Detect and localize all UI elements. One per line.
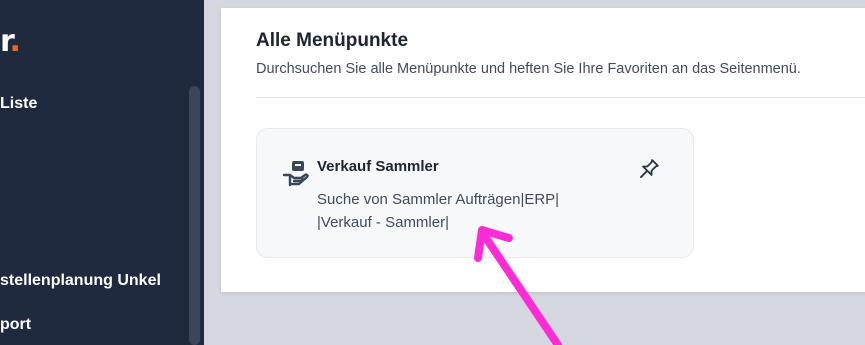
pin-icon[interactable] xyxy=(635,157,661,183)
sidebar-item-liste[interactable]: Liste xyxy=(0,95,37,113)
menu-item-description: Suche von Sammler Aufträgen|ERP| |Verkau… xyxy=(317,191,560,231)
menu-item-title: Verkauf Sammler xyxy=(317,158,439,175)
sidebar: r. Liste stellenplanung Unkel port xyxy=(0,0,204,345)
page-gutter xyxy=(204,0,221,345)
sidebar-item-port[interactable]: port xyxy=(0,316,31,334)
menu-item-card[interactable]: Verkauf Sammler Suche von Sammler Aufträ… xyxy=(256,128,694,258)
sidebar-item-stellenplanung[interactable]: stellenplanung Unkel xyxy=(0,272,161,290)
divider xyxy=(256,97,865,98)
sidebar-scrollbar[interactable] xyxy=(189,86,200,345)
page-title: Alle Menüpunkte xyxy=(256,30,409,51)
hand-box-icon xyxy=(282,159,310,187)
page-subtitle: Durchsuchen Sie alle Menüpunkte und heft… xyxy=(256,61,801,77)
logo: r. xyxy=(0,24,21,59)
main-panel: Alle Menüpunkte Durchsuchen Sie alle Men… xyxy=(221,8,865,292)
